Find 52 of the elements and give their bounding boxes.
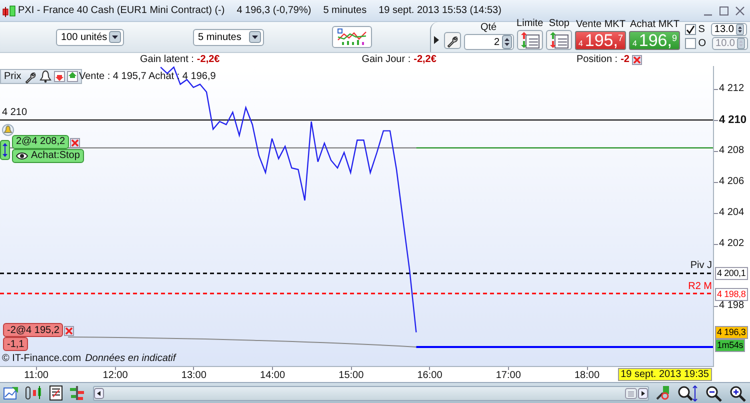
level-label: R2 M [688,280,712,292]
axis-price-tag: 4 200,1 [715,267,748,280]
copyright-text: © IT-Finance.com [2,353,82,364]
option-label: O [698,38,706,49]
quantity-field[interactable]: 2 [464,34,514,50]
axis-price-tag: 1m54s [715,339,746,352]
summary-label: Gain latent : [140,54,194,65]
timestamp: 19 sept. 2013 15:53 (14:53) [378,5,502,16]
time-tick-label: 14:00 [260,370,286,381]
sell-market-label: Vente MKT [576,19,626,30]
axis-price-tag: 4 196,3 [715,326,748,340]
summary-value: -2,2€ [414,54,436,65]
axis-price-tag: 4 198,8 [715,288,748,301]
time-tick-label: 12:00 [102,370,128,381]
number-field[interactable]: 13.0 [710,23,747,36]
axis-tick-label: 4 204 [719,206,744,218]
order-note[interactable]: Achat:Stop [12,148,84,163]
period-label: 5 minutes [323,5,367,16]
time-tick-label: 17:00 [496,370,521,381]
summary-label: Position : [576,54,618,65]
quantity-label: Qté [480,22,497,33]
time-tick-label: 16:00 [417,370,442,381]
time-tick-label: 15:00 [338,370,364,381]
axis-tick-label: 4 202 [719,238,744,249]
price-label: Prix [4,71,22,82]
period-dropdown[interactable]: 5 minutes [193,28,264,46]
summary-label: Gain Jour : [362,54,411,65]
time-tick-label: 13:00 [181,370,206,381]
data-notice: Données en indicatif [85,353,176,364]
order-tag[interactable]: 2@4 208,2 [12,134,70,149]
buy-market-label: Achat MKT [630,19,680,30]
axis-tick-label: 4 206 [719,176,744,187]
order-note[interactable]: -1,1 [3,337,28,351]
cursor-time-tag: 19 sept. 2013 19:35 [618,368,712,381]
time-tick-label: 18:00 [574,370,600,381]
axis-tick-label: 4 208 [719,144,744,156]
axis-tick-label: 4 210 [719,114,747,126]
level-label: Piv J [690,260,712,272]
window-title: PXI - France 40 Cash (EUR1 Mini Contract) (-) [18,5,225,16]
units-dropdown[interactable]: 100 unités [56,28,124,46]
summary-value: -2,2€ [196,54,220,65]
order-tag[interactable]: -2@4 195,2 [3,323,64,337]
price-quote: 4 196,3 (-0,79%) [236,5,312,16]
axis-tick-label: 4 198 [719,300,744,311]
axis-tick-label: 4 212 [719,82,744,94]
stop-label: Stop [548,18,570,29]
level-label: 4 210 [2,106,28,118]
time-tick-label: 11:00 [24,370,48,381]
bid-ask-text: Vente : 4 195,7 Achat : 4 196,9 [79,71,216,82]
summary-value: -2 [620,54,630,65]
option-label: S [698,24,705,35]
limit-label: Limite [516,18,544,29]
